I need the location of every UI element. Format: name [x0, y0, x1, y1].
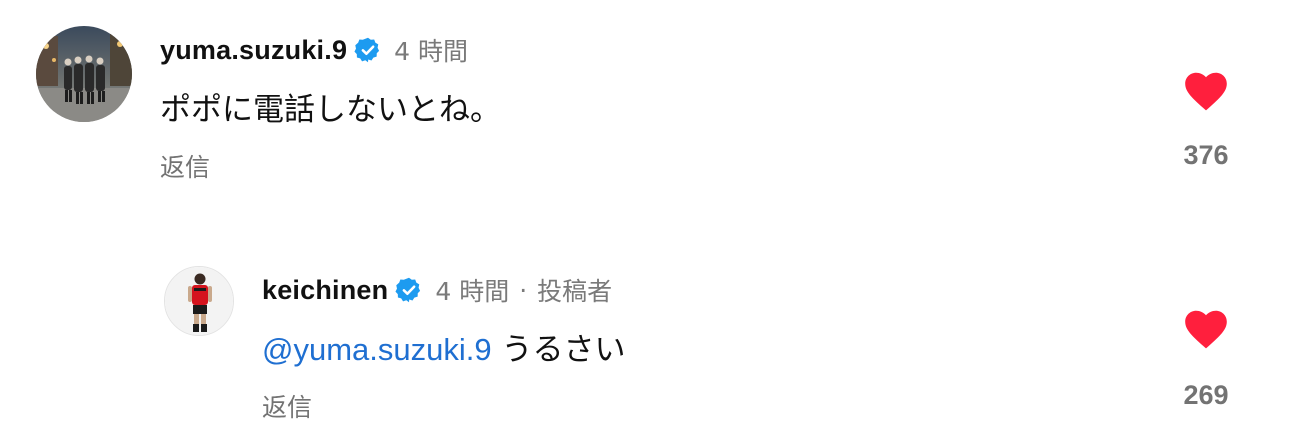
comment-time: 4 時間	[394, 37, 469, 66]
like-control: 376	[1166, 68, 1246, 178]
mention-link[interactable]: @yuma.suzuki.9	[262, 332, 492, 367]
like-count[interactable]: 269	[1166, 380, 1246, 411]
verified-badge-icon	[354, 36, 382, 64]
comment-body: うるさい	[491, 332, 626, 368]
avatar[interactable]	[36, 26, 132, 122]
avatar[interactable]	[164, 266, 234, 336]
reply-button[interactable]: 返信	[262, 388, 312, 424]
reply-button[interactable]: 返信	[160, 148, 210, 184]
verified-badge-icon	[395, 276, 423, 304]
heart-filled-icon[interactable]	[1181, 306, 1231, 350]
comment-text: @yuma.suzuki.9 うるさい	[262, 324, 625, 369]
comment-time: 4 時間	[435, 277, 510, 306]
comment-header: keichinen 4 時間 · 投稿者	[262, 272, 612, 308]
meta-separator: ·	[519, 275, 528, 305]
author-label: 投稿者	[537, 277, 613, 306]
like-count[interactable]: 376	[1166, 140, 1246, 171]
like-control: 269	[1166, 306, 1246, 416]
username[interactable]: yuma.suzuki.9	[160, 35, 347, 66]
reply-comment-item: keichinen 4 時間 · 投稿者 @yuma.suzuki.9 うるさい…	[0, 240, 1290, 444]
comment-text: ポポに電話しないとね。	[160, 92, 501, 128]
comment-item: yuma.suzuki.9 4 時間 ポポに電話しないとね。 返信 376	[0, 0, 1290, 200]
username[interactable]: keichinen	[262, 275, 388, 306]
heart-filled-icon[interactable]	[1181, 68, 1231, 112]
comment-header: yuma.suzuki.9 4 時間	[160, 32, 468, 68]
